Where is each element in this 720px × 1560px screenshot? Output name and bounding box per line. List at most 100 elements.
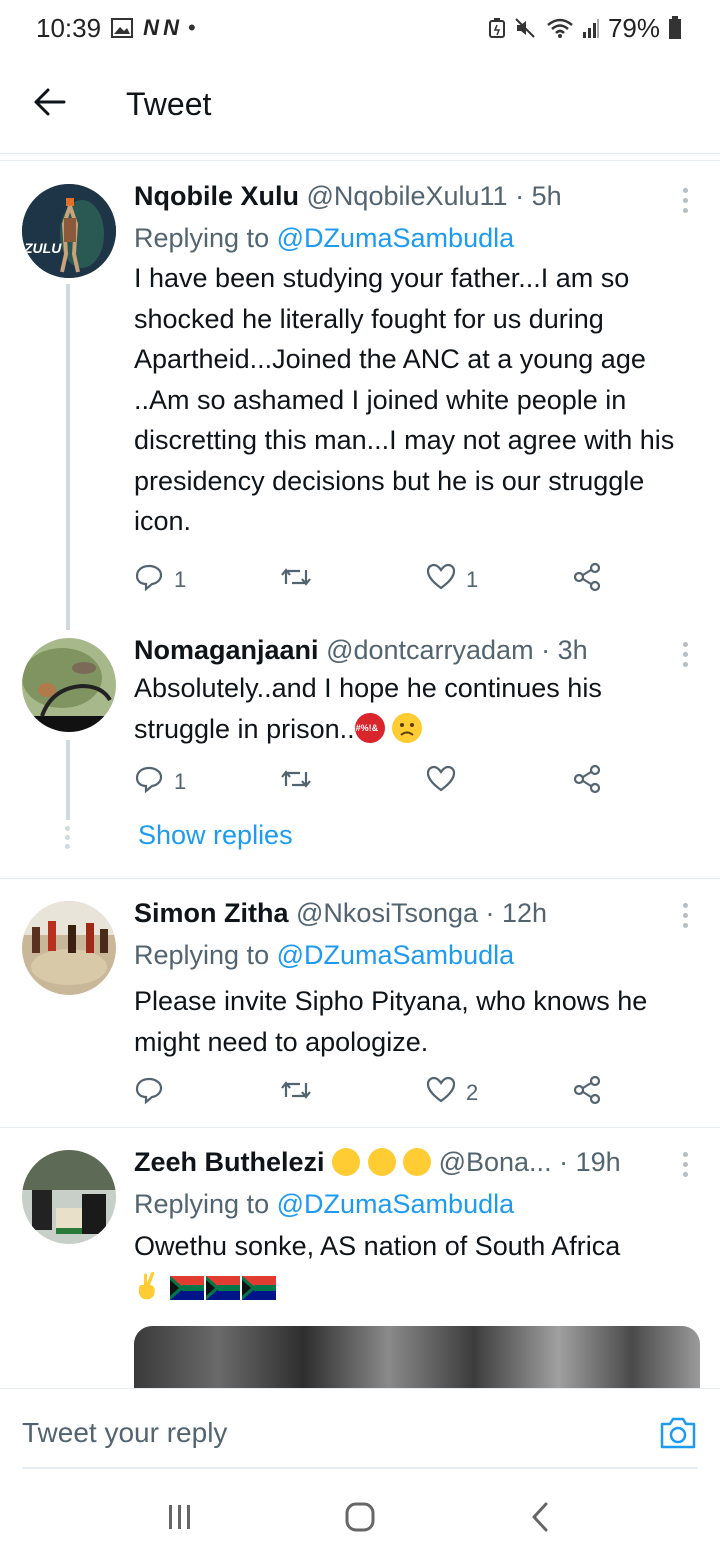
like-button[interactable]: 1 <box>426 560 478 600</box>
emoji-line <box>134 1267 700 1308</box>
retweet-button[interactable] <box>280 762 312 802</box>
replying-to: Replying to @DZumaSambudla <box>134 1186 700 1222</box>
reply-input-underline <box>22 1467 698 1469</box>
more-icon[interactable] <box>680 903 690 928</box>
reply-button[interactable] <box>134 1073 164 1113</box>
reply-button[interactable]: 1 <box>134 560 186 600</box>
retweet-icon <box>280 764 312 800</box>
reply-count: 1 <box>174 567 187 592</box>
share-button[interactable] <box>572 762 602 802</box>
tweet-media-image[interactable] <box>134 1326 700 1388</box>
battery-percent: 79% <box>607 12 660 43</box>
like-button[interactable] <box>426 762 456 802</box>
tweet-text-container: Absolutely..and I hope he continues his … <box>134 668 700 749</box>
author-name[interactable]: Simon Zitha <box>134 898 289 928</box>
network-notification-icon: N N <box>143 15 179 40</box>
emoji-symbol-text: #%!& <box>355 722 379 733</box>
status-bar: 10:39 N N • 79% <box>0 0 720 56</box>
more-icon[interactable] <box>680 1152 690 1177</box>
tweet-zeeh[interactable]: Zeeh Buthelezi @Bona... · 19h Replying t… <box>0 1128 720 1388</box>
camera-icon <box>659 1416 697 1455</box>
tweet-nqobile[interactable]: ZULU Nqobile Xulu @NqobileXulu11 · 5h Re… <box>0 160 720 630</box>
reply-input[interactable]: Tweet your reply <box>22 1417 227 1449</box>
replying-prefix: Replying to <box>134 1189 270 1219</box>
gallery-notification-icon <box>111 18 134 38</box>
reply-icon <box>134 1075 164 1111</box>
like-icon <box>426 765 456 799</box>
author-handle[interactable]: @NkosiTsonga <box>296 898 478 928</box>
recent-apps-button[interactable] <box>150 1489 210 1549</box>
more-icon[interactable] <box>680 642 690 667</box>
show-replies-link[interactable]: Show replies <box>138 820 293 851</box>
share-icon <box>572 764 602 800</box>
thinking-emoji-icon <box>367 1148 396 1176</box>
back-nav-button[interactable] <box>510 1489 570 1549</box>
share-button[interactable] <box>572 1073 602 1113</box>
tweet-time: · 3h <box>541 635 588 665</box>
replying-handle-link[interactable]: @DZumaSambudla <box>277 223 515 253</box>
recent-apps-icon <box>166 1504 194 1535</box>
retweet-button[interactable] <box>280 560 312 600</box>
retweet-icon <box>280 562 312 598</box>
crossed-fingers-emoji-icon <box>134 1271 162 1301</box>
battery-icon <box>668 16 682 40</box>
tweet-text: I have been studying your father...I am … <box>134 263 675 536</box>
signal-icon <box>582 17 600 39</box>
author-name[interactable]: Zeeh Buthelezi <box>134 1147 325 1177</box>
like-count: 1 <box>466 567 479 592</box>
author-handle[interactable]: @dontcarryadam <box>326 635 534 665</box>
replying-to: Replying to @DZumaSambudla <box>134 220 700 256</box>
author-handle[interactable]: @NqobileXulu11 <box>307 181 508 211</box>
back-nav-icon <box>530 1502 550 1537</box>
tweet-simon[interactable]: Simon Zitha @NkosiTsonga · 12h Replying … <box>0 879 720 1127</box>
replying-handle-link[interactable]: @DZumaSambudla <box>277 1189 515 1219</box>
author-name[interactable]: Nomaganjaani <box>134 635 319 665</box>
tweet-nomaganjaani[interactable]: Nomaganjaani @dontcarryadam · 3h Absolut… <box>0 630 720 878</box>
replying-handle-link[interactable]: @DZumaSambudla <box>277 940 515 970</box>
avatar-label: ZULU <box>24 240 62 256</box>
author-handle[interactable]: @Bona... <box>439 1147 552 1177</box>
avatar[interactable] <box>22 901 116 995</box>
app-header: Tweet <box>0 56 720 154</box>
home-button[interactable] <box>330 1489 390 1549</box>
thinking-emoji-icon <box>332 1148 361 1176</box>
share-button[interactable] <box>572 560 602 600</box>
mute-icon <box>514 17 538 39</box>
tweet-meta: Zeeh Buthelezi @Bona... · 19h <box>134 1144 700 1180</box>
tweet-time: · 5h <box>515 181 562 211</box>
thinking-emoji-icon <box>403 1148 432 1176</box>
reply-button[interactable]: 1 <box>134 762 186 802</box>
tweet-meta: Simon Zitha @NkosiTsonga · 12h <box>134 895 700 931</box>
more-icon[interactable] <box>680 188 690 213</box>
replying-to: Replying to @DZumaSambudla <box>134 937 700 973</box>
like-icon <box>426 563 456 597</box>
back-arrow-icon <box>34 88 66 121</box>
avatar[interactable]: ZULU <box>22 184 116 278</box>
reply-icon <box>134 764 164 800</box>
saver-icon <box>488 17 506 39</box>
back-button[interactable] <box>0 56 100 154</box>
like-button[interactable]: 2 <box>426 1073 478 1113</box>
south-africa-flag-icon <box>205 1271 240 1300</box>
status-time: 10:39 <box>36 12 102 43</box>
reply-icon <box>134 562 164 598</box>
tweet-meta: Nqobile Xulu @NqobileXulu11 · 5h <box>134 178 700 214</box>
thread-continuation-dots <box>65 826 70 849</box>
share-icon <box>572 562 602 598</box>
camera-button[interactable] <box>658 1415 698 1455</box>
avatar[interactable] <box>22 1150 116 1244</box>
thread-line <box>66 740 70 820</box>
tweet-time: · 19h <box>559 1147 621 1177</box>
replying-prefix: Replying to <box>134 940 270 970</box>
retweet-button[interactable] <box>280 1073 312 1113</box>
wifi-icon <box>546 17 574 39</box>
avatar[interactable] <box>22 638 116 732</box>
dot-icon: • <box>187 15 196 40</box>
author-name[interactable]: Nqobile Xulu <box>134 181 299 211</box>
south-africa-flag-icon <box>241 1271 276 1300</box>
like-icon <box>426 1076 456 1110</box>
page-title: Tweet <box>126 86 212 122</box>
south-africa-flag-icon <box>169 1271 204 1300</box>
replying-prefix: Replying to <box>134 223 270 253</box>
angry-emoji-icon: #%!& <box>354 712 385 743</box>
